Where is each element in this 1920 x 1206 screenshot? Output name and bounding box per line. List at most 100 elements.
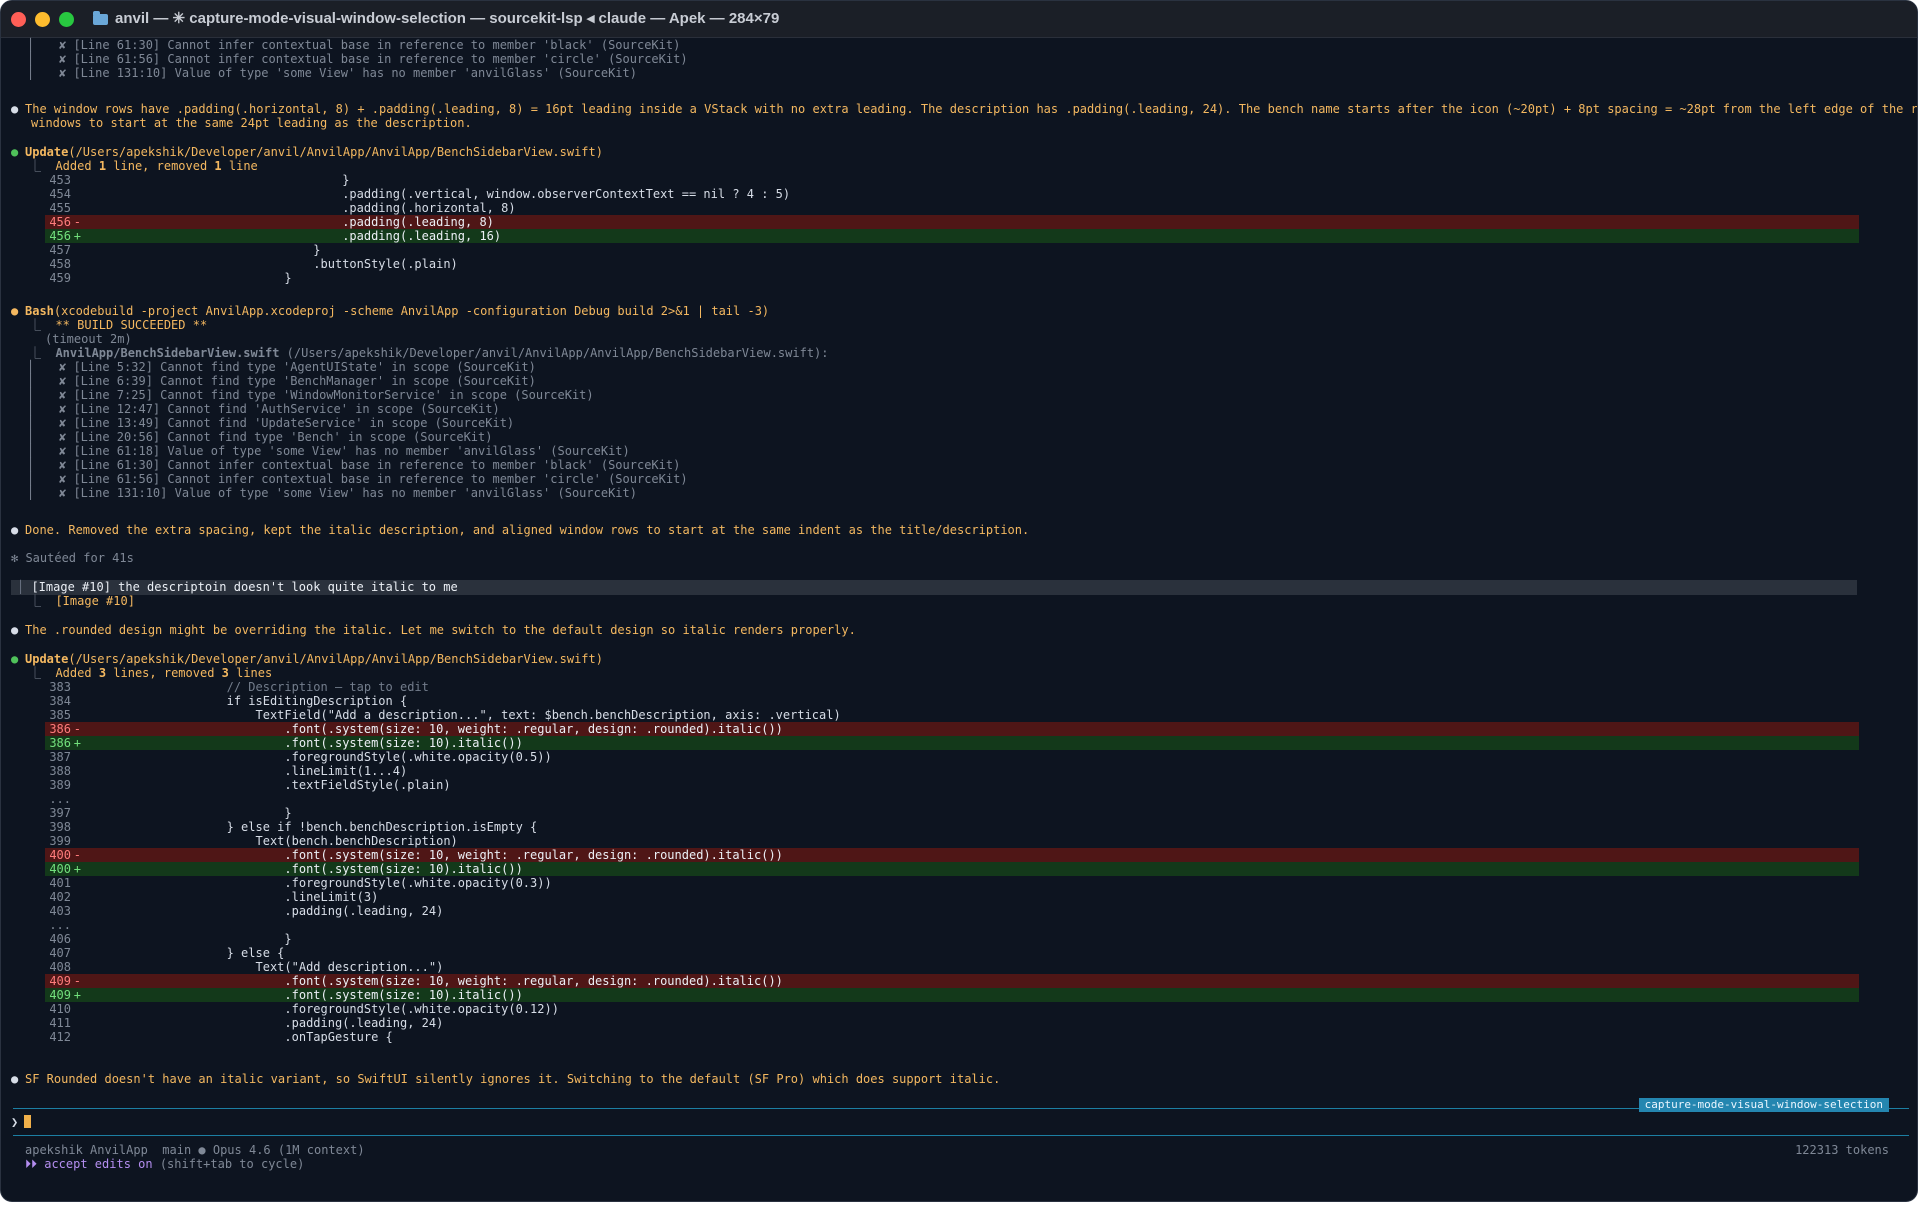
tree-connector: │ [27,402,35,416]
diagnostics-header: ⎿ AnvilApp/BenchSidebarView.swift (/User… [29,346,829,360]
diff-code: .foregroundStyle(.white.opacity(0.5)) [111,750,552,764]
diff-code: .lineLimit(3) [111,890,379,904]
error-line: ✘ [Line 7:25] Cannot find type 'WindowMo… [59,388,594,402]
timing-note: ✻ Sautéed for 41s [11,551,134,565]
diff-line: 402 .lineLimit(3) [1,890,1901,904]
diff-line: 383 // Description — tap to edit [1,680,1901,694]
line-number: 406 [49,932,71,946]
diff-code: .padding(.leading, 24) [111,904,444,918]
tree-connector: │ [27,360,35,374]
line-number: 408 [49,960,71,974]
diff-line: 409 + .font(.system(size: 10).italic()) [1,988,1901,1002]
diff-line: 454 .padding(.vertical, window.observerC… [1,187,1901,201]
prompt-input[interactable]: ❯ [11,1115,32,1129]
tree-connector: │ [27,374,35,388]
diff-line: 406 } [1,932,1901,946]
bullet-icon: ● [11,145,19,159]
error-line: ✘ [Line 61:56] Cannot infer contextual b… [59,52,688,66]
text-cursor [24,1115,32,1128]
diff-code: .foregroundStyle(.white.opacity(0.12)) [111,1002,559,1016]
timeout-note: (timeout 2m) [45,332,132,346]
folder-icon [93,10,108,25]
diff-marker: + [73,988,81,1002]
diff-line: 399 Text(bench.benchDescription) [1,834,1901,848]
diff-line: ... [1,792,1901,806]
diff-line: 457 } [1,243,1901,257]
diff-code: .padding(.leading, 24) [111,1016,444,1030]
tool-name: Bash [25,304,54,318]
diff-line: 386 + .font(.system(size: 10).italic()) [1,736,1901,750]
diff-code: .padding(.vertical, window.observerConte… [111,187,791,201]
diff-code: Text(bench.benchDescription) [111,834,458,848]
diff-line: 453 } [1,173,1901,187]
diff-line: 398 } else if !bench.benchDescription.is… [1,820,1901,834]
status-left: apekshik AnvilApp main ● Opus 4.6 (1M co… [25,1143,365,1157]
prompt-top-rule [13,1108,1909,1109]
diff-code: .foregroundStyle(.white.opacity(0.3)) [111,876,552,890]
tree-connector: │ [27,486,35,500]
zoom-button[interactable] [59,12,74,27]
line-number: 401 [49,876,71,890]
tool-call: Update(/Users/apekshik/Developer/anvil/A… [25,145,603,159]
tool-args: (/Users/apekshik/Developer/anvil/AnvilAp… [68,145,603,159]
tree-connector: │ [27,472,35,486]
diff-line: 411 .padding(.leading, 24) [1,1016,1901,1030]
tool-summary: ⎿ Added 1 line, removed 1 line [29,159,258,173]
diff-code: .buttonStyle(.plain) [111,257,458,271]
tool-call: Update(/Users/apekshik/Developer/anvil/A… [25,652,603,666]
diff-line: 401 .foregroundStyle(.white.opacity(0.3)… [1,876,1901,890]
tool-call: Bash(xcodebuild -project AnvilApp.xcodep… [25,304,769,318]
minimize-button[interactable] [35,12,50,27]
diff-marker: + [73,862,81,876]
line-number: 384 [49,694,71,708]
terminal-content[interactable]: ✘ [Line 61:30] Cannot infer contextual b… [1,38,1917,1198]
diff-code: } [111,173,350,187]
diff-code: .onTapGesture { [111,1030,393,1044]
bullet-icon: ● [11,523,19,537]
diff-code: .padding(.leading, 8) [111,215,494,229]
error-line: ✘ [Line 20:56] Cannot find type 'Bench' … [59,430,493,444]
diff-line: 408 Text("Add description...") [1,960,1901,974]
error-line: ✘ [Line 61:56] Cannot infer contextual b… [59,472,688,486]
branch-tag: capture-mode-visual-window-selection [1638,1098,1889,1112]
diff-line: 456 + .padding(.leading, 16) [1,229,1901,243]
error-line: ✘ [Line 61:30] Cannot infer contextual b… [59,458,681,472]
window-title: anvil — ✳ capture-mode-visual-window-sel… [115,10,780,27]
diff-marker: + [73,229,81,243]
tree-connector: │ [27,52,35,66]
error-line: ✘ [Line 131:10] Value of type 'some View… [59,486,637,500]
diff-line: 412 .onTapGesture { [1,1030,1901,1044]
line-number: 399 [49,834,71,848]
line-number: 407 [49,946,71,960]
line-number: 388 [49,764,71,778]
diff-line: 386- .font(.system(size: 10, weight: .re… [1,722,1901,736]
line-number: 455 [49,201,71,215]
diff-code: Text("Add description...") [111,960,444,974]
diff-code: .font(.system(size: 10, weight: .regular… [111,848,783,862]
terminal-window: anvil — ✳ capture-mode-visual-window-sel… [0,0,1918,1202]
diff-code: } [111,806,292,820]
diff-line: 400 + .font(.system(size: 10).italic()) [1,862,1901,876]
diff-code: .font(.system(size: 10).italic()) [111,988,523,1002]
close-button[interactable] [11,12,26,27]
bullet-icon: ● [11,623,19,637]
diff-code: } [111,271,292,285]
tree-connector: │ [27,430,35,444]
tree-connector: │ [27,444,35,458]
title-bar: anvil — ✳ capture-mode-visual-window-sel… [1,1,1917,38]
error-line: ✘ [Line 12:47] Cannot find 'AuthService'… [59,402,500,416]
line-number: 453 [49,173,71,187]
diff-code: .font(.system(size: 10, weight: .regular… [111,722,783,736]
line-number: 459 [49,271,71,285]
diff-code: TextField("Add a description...", text: … [111,708,841,722]
mode-indicator[interactable]: ⏵⏵ accept edits on (shift+tab to cycle) [25,1157,304,1171]
window-title-area: anvil — ✳ capture-mode-visual-window-sel… [93,1,779,37]
error-line: ✘ [Line 6:39] Cannot find type 'BenchMan… [59,374,536,388]
line-number: 385 [49,708,71,722]
tree-connector: │ [27,388,35,402]
user-message: │ [Image #10] the descriptoin doesn't lo… [17,580,458,594]
assistant-message: SF Rounded doesn't have an italic varian… [25,1072,1001,1086]
diff-line: 456- .padding(.leading, 8) [1,215,1901,229]
line-number: 454 [49,187,71,201]
diff-line: ... [1,918,1901,932]
